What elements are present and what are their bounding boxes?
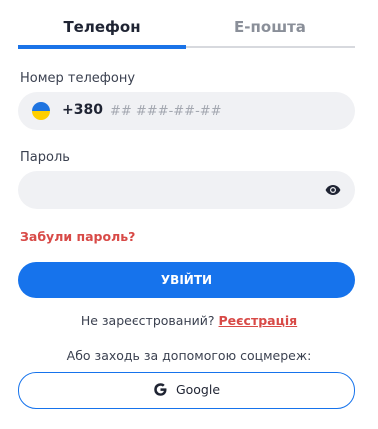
tab-email[interactable]: E-пошта — [186, 18, 354, 36]
google-label: Google — [175, 382, 221, 397]
eye-icon[interactable] — [325, 183, 341, 197]
forgot-password-link[interactable]: Забули пароль? — [20, 229, 135, 244]
google-login-button[interactable]: Google — [18, 372, 355, 409]
phone-label: Номер телефону — [20, 71, 136, 86]
tab-active-indicator — [18, 45, 186, 49]
register-prompt-text: Не зареєстрований? — [80, 313, 215, 328]
ukraine-flag-icon — [32, 102, 50, 120]
phone-input[interactable] — [110, 92, 340, 130]
login-button[interactable]: УВІЙТИ — [18, 262, 355, 298]
social-login-caption: Або заходь за допомогою соцмереж: — [66, 348, 312, 363]
auth-tabs: Телефон E-пошта — [18, 0, 355, 50]
register-link[interactable]: Реєстрація — [219, 313, 298, 328]
password-label: Пароль — [20, 150, 70, 165]
tab-divider — [186, 46, 355, 48]
password-field — [18, 171, 355, 209]
country-code: +380 — [62, 102, 103, 118]
phone-field: +380 — [18, 92, 355, 130]
tab-phone[interactable]: Телефон — [18, 18, 186, 36]
register-prompt: Не зареєстрований? Реєстрація — [0, 313, 378, 328]
password-input[interactable] — [34, 171, 324, 209]
google-g-icon — [154, 383, 167, 396]
